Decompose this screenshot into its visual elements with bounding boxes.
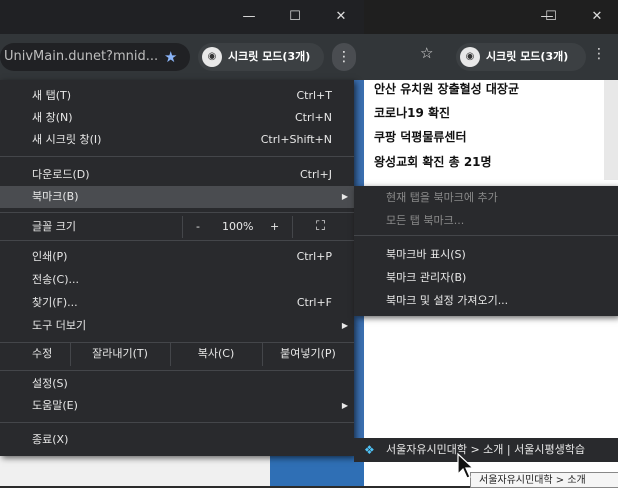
zoom-divider — [182, 216, 183, 238]
incognito-icon: ◉ — [202, 47, 222, 67]
menu-item-cast[interactable]: 전송(C)... — [0, 269, 354, 291]
edit-label: 수정 — [32, 347, 53, 360]
zoom-value: 100% — [222, 220, 254, 233]
bookmarks-submenu: 현재 탭을 북마크에 추가 모든 탭 북마크... 북마크바 표시(S) 북마크… — [354, 186, 618, 316]
news-item[interactable]: 왕성교회 확진 총 21명 — [374, 153, 492, 170]
news-item[interactable]: 안산 유치원 장출혈성 대장균 — [374, 80, 519, 97]
page-banner — [0, 456, 270, 486]
url-text: UnivMain.dunet?mnid... — [4, 49, 159, 64]
menu-item-new-incognito[interactable]: 새 시크릿 창(I) Ctrl+Shift+N — [0, 129, 354, 151]
chrome-menu-icon[interactable]: ⋮ — [332, 43, 356, 71]
zoom-out-button[interactable]: - — [196, 216, 200, 238]
menu-divider — [0, 212, 354, 213]
submenu-item-show-bookmarks-bar[interactable]: 북마크바 표시(S) — [354, 244, 618, 266]
menu-item-more-tools[interactable]: 도구 더보기 ▶ — [0, 315, 354, 337]
bookmark-list-item[interactable]: ❖ 서울자유시민대학 > 소개 | 서울시평생학습 — [354, 438, 618, 462]
submenu-item-bookmark-this-tab[interactable]: 현재 탭을 북마크에 추가 — [354, 187, 618, 209]
submenu-item-bookmark-all-tabs[interactable]: 모든 탭 북마크... — [354, 210, 618, 232]
site-favicon-icon: ❖ — [364, 443, 375, 457]
incognito-icon: ◉ — [460, 47, 480, 67]
background-scrollbar[interactable] — [604, 80, 618, 180]
maximize-button[interactable]: ☐ — [272, 0, 318, 34]
mouse-cursor-icon — [457, 452, 475, 479]
incognito-badge[interactable]: ◉ 시크릿 모드(3개) — [198, 43, 324, 71]
submenu-divider — [354, 235, 618, 236]
menu-divider — [0, 422, 354, 423]
paste-button[interactable]: 붙여넣기(P) — [262, 342, 354, 366]
menu-divider — [0, 156, 354, 157]
minimize-button[interactable]: — — [226, 0, 272, 34]
background-incognito-badge[interactable]: ◉ 시크릿 모드(3개) — [456, 43, 586, 71]
background-close-button[interactable]: ✕ — [574, 0, 618, 34]
zoom-in-button[interactable]: + — [270, 216, 279, 238]
chevron-right-icon: ▶ — [341, 192, 348, 201]
address-bar[interactable]: UnivMain.dunet?mnid... — [0, 43, 190, 71]
menu-item-downloads[interactable]: 다운로드(D) Ctrl+J — [0, 164, 354, 186]
menu-item-help[interactable]: 도움말(E) ▶ — [0, 395, 354, 417]
cut-button[interactable]: 잘라내기(T) — [70, 342, 170, 366]
menu-item-settings[interactable]: 설정(S) — [0, 373, 354, 395]
menu-item-bookmarks[interactable]: 북마크(B) ▶ — [0, 186, 354, 208]
background-title-bar: — ☐☐ ✕ — [364, 0, 618, 34]
menu-item-print[interactable]: 인쇄(P) Ctrl+P — [0, 246, 354, 268]
background-maximize-button[interactable]: ☐☐ — [528, 0, 574, 34]
tooltip-text: 서울자유시민대학 > 소개 — [479, 475, 586, 486]
menu-item-exit[interactable]: 종료(X) — [0, 429, 354, 451]
front-title-bar: — ☐ ✕ — [0, 0, 364, 34]
news-item[interactable]: 쿠팡 덕평물류센터 — [374, 128, 467, 145]
incognito-label: 시크릿 모드(3개) — [228, 50, 311, 63]
menu-divider — [0, 370, 354, 371]
bookmark-star-icon[interactable]: ★ — [164, 48, 177, 66]
menu-item-new-window[interactable]: 새 창(N) Ctrl+N — [0, 107, 354, 129]
background-incognito-label: 시크릿 모드(3개) — [486, 50, 569, 63]
background-star-icon[interactable]: ☆ — [420, 44, 433, 62]
zoom-label: 글꼴 크기 — [32, 220, 76, 233]
background-toolbar: ☆ ◉ 시크릿 모드(3개) ⋮ — [364, 34, 618, 80]
menu-item-new-tab[interactable]: 새 탭(T) Ctrl+T — [0, 85, 354, 107]
chevron-right-icon: ▶ — [341, 401, 348, 410]
chevron-right-icon: ▶ — [341, 321, 348, 330]
background-menu-icon[interactable]: ⋮ — [592, 46, 606, 62]
submenu-item-import-bookmarks[interactable]: 북마크 및 설정 가져오기... — [354, 290, 618, 312]
submenu-item-bookmark-manager[interactable]: 북마크 관리자(B) — [354, 267, 618, 289]
copy-button[interactable]: 복사(C) — [170, 342, 262, 366]
zoom-row: 글꼴 크기 - 100% + ⛶ — [0, 216, 354, 238]
bookmark-item-label: 서울자유시민대학 > 소개 | 서울시평생학습 — [386, 443, 585, 456]
edit-row: 수정 잘라내기(T) 복사(C) 붙여넣기(P) — [0, 342, 354, 366]
front-toolbar: UnivMain.dunet?mnid... ★ ◉ 시크릿 모드(3개) ⋮ — [0, 34, 364, 80]
chrome-main-menu: 새 탭(T) Ctrl+T 새 창(N) Ctrl+N 새 시크릿 창(I) Ctrl… — [0, 80, 354, 456]
fullscreen-icon[interactable]: ⛶ — [316, 216, 325, 238]
close-button[interactable]: ✕ — [318, 0, 364, 34]
page-banner-blue — [270, 456, 364, 486]
zoom-divider — [292, 216, 293, 238]
menu-divider — [0, 240, 354, 241]
news-item[interactable]: 코로나19 확진 — [374, 104, 450, 121]
menu-item-find[interactable]: 찾기(F)... Ctrl+F — [0, 292, 354, 314]
